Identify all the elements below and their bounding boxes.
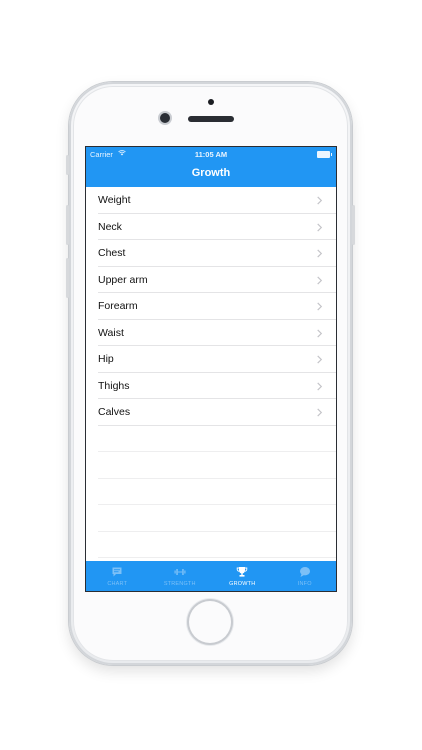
chevron-right-icon xyxy=(317,381,323,391)
trophy-icon xyxy=(237,567,248,577)
chevron-right-icon xyxy=(317,249,323,258)
chevron-right-icon xyxy=(317,222,323,232)
list-item-weight[interactable]: Weight xyxy=(86,187,336,214)
list-item-waist[interactable]: Waist xyxy=(86,320,336,347)
chevron-right-icon xyxy=(317,302,323,311)
tab-info[interactable]: INFO xyxy=(274,561,337,591)
status-time: 11:05 AM xyxy=(194,150,228,159)
tab-label: GROWTH xyxy=(229,581,256,587)
home-button[interactable] xyxy=(189,601,231,643)
chevron-right-icon xyxy=(317,275,323,285)
proximity-sensor xyxy=(208,99,214,105)
navigation-bar: Growth xyxy=(86,161,336,187)
list-item-label: Upper arm xyxy=(98,273,148,286)
dumbbell-icon xyxy=(174,569,186,575)
tab-label: CHART xyxy=(107,581,128,587)
volume-up-button xyxy=(66,205,69,245)
list-item-chest[interactable]: Chest xyxy=(86,240,336,267)
tab-label: INFO xyxy=(297,581,312,587)
mute-switch xyxy=(66,155,69,175)
list-item-label: Weight xyxy=(98,194,131,206)
power-button xyxy=(352,205,355,245)
volume-down-button xyxy=(66,258,69,298)
speech-bubble-icon xyxy=(299,567,310,577)
empty-row xyxy=(86,452,336,479)
list-item-label: Neck xyxy=(98,220,122,233)
list-item-neck[interactable]: Neck xyxy=(86,214,336,241)
status-bar: Carrier 11:05 AM xyxy=(86,147,336,161)
list-item-calves[interactable]: Calves xyxy=(86,399,336,426)
tab-label: STRENGTH xyxy=(163,581,196,587)
earpiece-speaker xyxy=(188,116,234,122)
empty-row xyxy=(86,505,336,532)
chevron-right-icon xyxy=(317,196,323,205)
front-camera xyxy=(160,113,170,123)
battery-icon xyxy=(317,151,332,158)
list-item-upper-arm[interactable]: Upper arm xyxy=(86,267,336,294)
app-screen: Carrier 11:05 AM Growth Weight Neck Ches… xyxy=(86,147,336,591)
tab-growth[interactable]: GROWTH xyxy=(211,561,274,591)
list-item-label: Thighs xyxy=(98,379,130,392)
tab-strength[interactable]: STRENGTH xyxy=(149,561,212,591)
chevron-right-icon xyxy=(317,328,323,338)
list-item-label: Forearm xyxy=(98,300,138,312)
list-item-label: Waist xyxy=(98,326,124,339)
chevron-right-icon xyxy=(317,408,323,417)
chat-bubble-icon xyxy=(112,567,122,577)
tab-bar: CHART STRENGTH GROWTH INFO xyxy=(86,561,336,591)
list-item-forearm[interactable]: Forearm xyxy=(86,293,336,320)
page-title: Growth xyxy=(191,167,231,179)
empty-row xyxy=(86,479,336,506)
list-item-label: Chest xyxy=(98,247,126,259)
list-item-label: Calves xyxy=(98,406,131,418)
list-item-hip[interactable]: Hip xyxy=(86,346,336,373)
empty-row xyxy=(86,532,336,559)
empty-row xyxy=(86,426,336,453)
list-item-thighs[interactable]: Thighs xyxy=(86,373,336,400)
list-item-label: Hip xyxy=(98,353,114,365)
measurement-list: Weight Neck Chest Upper arm Forearm Wais… xyxy=(86,187,336,558)
chevron-right-icon xyxy=(317,355,323,364)
tab-chart[interactable]: CHART xyxy=(86,561,149,591)
